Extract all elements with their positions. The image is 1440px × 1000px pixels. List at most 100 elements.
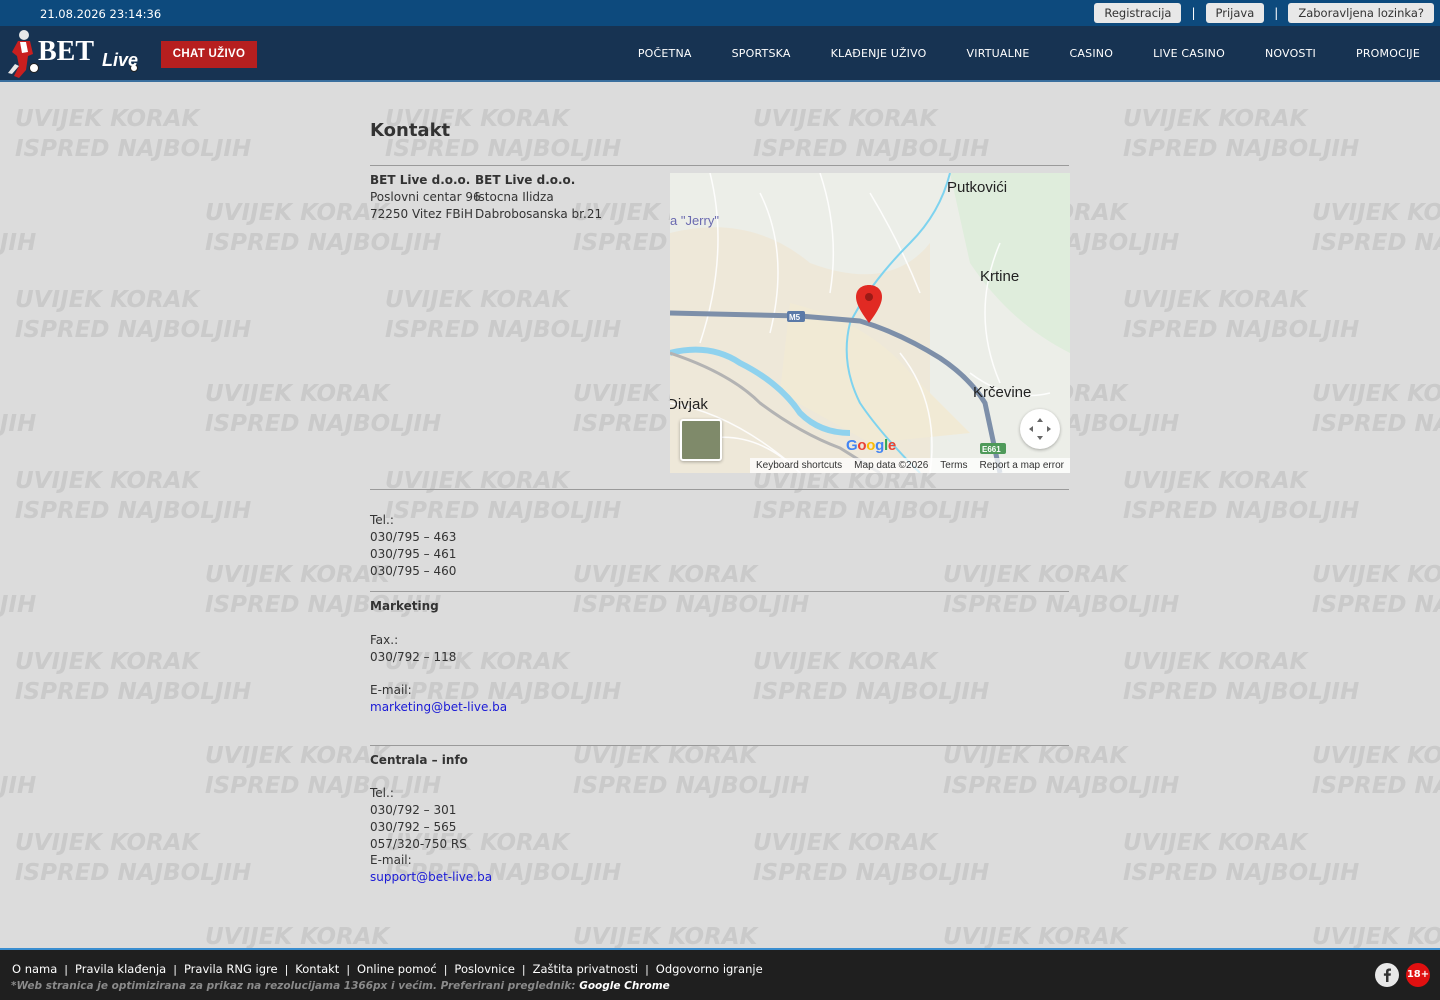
footer-link-betting-rules[interactable]: Pravila klađenja	[75, 962, 166, 976]
company-name: BET Live d.o.o.	[370, 173, 471, 187]
separator: |	[1191, 6, 1196, 20]
address-street: Poslovni centar 96	[370, 190, 481, 204]
map-data-text: Map data ©2026	[854, 460, 929, 471]
watermark-slogan: UVIJEK KORAKISPRED NAJBOLJIH	[205, 743, 442, 799]
support-email-link[interactable]: support@bet-live.ba	[370, 869, 492, 886]
watermark-slogan: UVIJEK KORAKISPRED NAJBOLJIH	[1312, 200, 1440, 256]
email-label: E-mail:	[370, 683, 412, 697]
watermark-slogan: UVIJEK KORAKISPRED NAJBOLJIH	[385, 468, 622, 524]
forgot-password-button[interactable]: Zaboravljena lozinka?	[1288, 3, 1434, 23]
footer-link-contact[interactable]: Kontakt	[295, 962, 339, 976]
google-logo-letter: g	[875, 437, 884, 454]
watermark-slogan: UVIJEK KORAKISPRED NAJBOLJIH	[0, 592, 37, 618]
live-chat-button[interactable]: CHAT UŽIVO	[161, 41, 257, 68]
expand-icon	[1029, 418, 1051, 440]
logo-text: BET	[38, 36, 94, 67]
report-error-link[interactable]: Report a map error	[974, 458, 1070, 473]
browser-note-text: *Web stranica je optimizirana za prikaz …	[11, 980, 576, 992]
map-place-label: Krtine	[980, 268, 1020, 285]
watermark-slogan: UVIJEK KORAKISPRED NAJBOLJIH	[1123, 106, 1360, 162]
page-title: Kontakt	[370, 120, 451, 141]
watermark-slogan: UVIJEK KORAKISPRED NAJBOLJIH	[1312, 924, 1440, 948]
watermark-slogan: UVIJEK KORAKISPRED NAJBOLJIH	[943, 924, 1128, 948]
watermark-slogan: UVIJEK KORAKISPRED NAJBOLJIH	[15, 287, 252, 343]
watermark-slogan: UVIJEK KORAKISPRED NAJBOLJIH	[1123, 287, 1360, 343]
watermark-slogan: UVIJEK KORAKISPRED NAJBOLJIH	[15, 468, 252, 524]
email-link[interactable]: marketing@bet-live.ba	[370, 700, 507, 714]
logo-sub: Live	[102, 50, 138, 70]
watermark-slogan: UVIJEK KORAKISPRED NAJBOLJIH	[205, 381, 442, 437]
separator: |	[173, 962, 177, 976]
watermark-slogan: UVIJEK KORAKISPRED NAJBOLJIH	[1312, 381, 1440, 437]
footer-link-online-help[interactable]: Online pomoć	[357, 962, 437, 976]
fax-number: 030/792 – 118	[370, 650, 457, 664]
separator: |	[1274, 6, 1279, 20]
company-name: BET Live d.o.o.	[475, 173, 576, 187]
map-footer: Keyboard shortcuts Map data ©2026 Terms …	[750, 458, 1070, 473]
divider	[370, 489, 1069, 490]
footer-link-rng-rules[interactable]: Pravila RNG igre	[184, 962, 278, 976]
nav-virtual[interactable]: VIRTUALNE	[947, 47, 1050, 60]
road-label: M5	[789, 313, 801, 322]
central-heading: Centrala – info	[370, 753, 468, 767]
top-bar: 21.08.2026 23:14:36 Registracija | Prija…	[0, 0, 1440, 26]
watermark-slogan: UVIJEK KORAKISPRED NAJBOLJIH	[753, 649, 990, 705]
marketing-email-link[interactable]: marketing@bet-live.ba	[370, 699, 507, 716]
nav-live-betting[interactable]: KLAĐENJE UŽIVO	[811, 47, 947, 60]
watermark-slogan: UVIJEK KORAKISPRED NAJBOLJIH	[205, 924, 390, 948]
watermark-slogan: UVIJEK KORAKISPRED NAJBOLJIH	[753, 830, 990, 886]
address-city: 72250 Vitez FBiH	[370, 207, 473, 221]
terms-link[interactable]: Terms	[934, 458, 973, 473]
nav-news[interactable]: NOVOSTI	[1245, 47, 1336, 60]
footer-link-privacy[interactable]: Zaštita privatnosti	[533, 962, 638, 976]
watermark-slogan: UVIJEK KORAKISPRED NAJBOLJIH	[15, 649, 252, 705]
phone-number: 030/795 – 463	[370, 530, 457, 544]
watermark-slogan: UVIJEK KORAKISPRED NAJBOLJIH	[385, 287, 622, 343]
account-links: Registracija | Prijava | Zaboravljena lo…	[1094, 3, 1434, 23]
google-logo: Google	[846, 437, 896, 454]
map-tiles: M5 E661	[670, 173, 1070, 473]
address-street: Istocna Ilidza	[475, 190, 554, 204]
phone-number: 030/792 – 565	[370, 820, 457, 834]
fullscreen-button[interactable]	[1020, 409, 1060, 449]
watermark-slogan: UVIJEK KORAKISPRED NAJBOLJIH	[1312, 743, 1440, 799]
watermark-slogan: UVIJEK KORAKISPRED NAJBOLJIH	[0, 773, 37, 799]
google-map[interactable]: M5 E661 Putkovići Krtine Krčevine Divjak…	[670, 173, 1070, 473]
age-restriction-badge: 18+	[1406, 963, 1430, 987]
register-button[interactable]: Registracija	[1094, 3, 1182, 23]
google-logo-letter: e	[887, 437, 896, 454]
watermark-slogan: UVIJEK KORAKISPRED NAJBOLJIH	[573, 743, 810, 799]
satellite-toggle[interactable]	[680, 419, 722, 461]
nav-promotions[interactable]: PROMOCIJE	[1336, 47, 1440, 60]
fax-label: Fax.:	[370, 633, 399, 647]
keyboard-shortcuts-link[interactable]: Keyboard shortcuts	[750, 458, 848, 473]
separator: |	[645, 962, 649, 976]
watermark-slogan: UVIJEK KORAKISPRED NAJBOLJIH	[943, 743, 1180, 799]
watermark-slogan: UVIJEK KORAKISPRED NAJBOLJIH	[0, 411, 37, 437]
footer-link-responsible-gaming[interactable]: Odgovorno igranje	[656, 962, 763, 976]
watermark-slogan: UVIJEK KORAKISPRED NAJBOLJIH	[0, 922, 36, 948]
watermark-slogan: UVIJEK KORAKISPRED NAJBOLJIH	[943, 562, 1180, 618]
footer-link-branches[interactable]: Poslovnice	[454, 962, 514, 976]
separator: |	[346, 962, 351, 976]
watermark-slogan: UVIJEK KORAKISPRED NAJBOLJIH	[573, 562, 810, 618]
facebook-link[interactable]	[1375, 963, 1399, 987]
nav-live-casino[interactable]: LIVE CASINO	[1133, 47, 1245, 60]
site-logo[interactable]: BET Live	[4, 26, 144, 82]
watermark-slogan: UVIJEK KORAKISPRED NAJBOLJIH	[753, 468, 990, 524]
map-place-label: Divjak	[670, 396, 708, 413]
login-button[interactable]: Prijava	[1205, 3, 1265, 23]
nav-home[interactable]: POČETNA	[618, 47, 712, 60]
map-poi-label: a "Jerry"	[670, 213, 719, 228]
email-link[interactable]: support@bet-live.ba	[370, 870, 492, 884]
phone-number: 030/795 – 461	[370, 547, 457, 561]
footer-link-about[interactable]: O nama	[12, 962, 57, 976]
google-logo-letter: o	[866, 437, 876, 454]
separator: |	[521, 962, 526, 976]
map-place-label: Putkovići	[947, 179, 1008, 196]
watermark-slogan: UVIJEK KORAKISPRED NAJBOLJIH	[15, 106, 252, 162]
nav-casino[interactable]: CASINO	[1050, 47, 1134, 60]
tel-label: Tel.:	[370, 786, 394, 800]
separator: |	[64, 962, 69, 976]
nav-sports[interactable]: SPORTSKA	[712, 47, 811, 60]
